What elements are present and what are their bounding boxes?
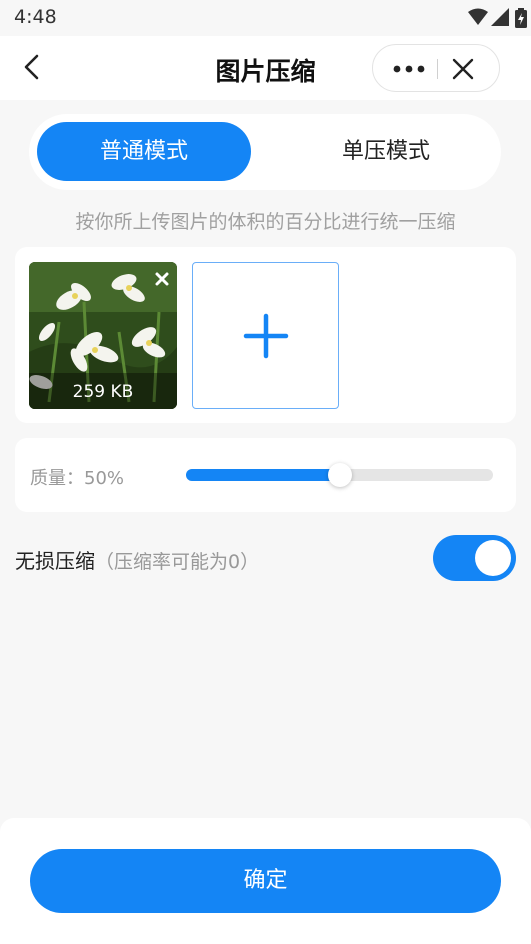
image-size-label: 259 KB (29, 373, 177, 409)
status-time: 4:48 (14, 6, 57, 28)
close-icon[interactable] (449, 55, 477, 83)
add-image-button[interactable] (192, 262, 339, 409)
quality-slider[interactable] (186, 463, 493, 487)
signal-icon (491, 8, 509, 26)
lossless-toggle[interactable] (433, 535, 516, 581)
lossless-note: （压缩率可能为0） (95, 551, 260, 573)
mini-program-capsule (372, 44, 500, 92)
lossless-row: 无损压缩（压缩率可能为0） (15, 535, 516, 585)
remove-icon[interactable] (153, 270, 171, 288)
confirm-button[interactable]: 确定 (30, 849, 501, 913)
wifi-icon (468, 8, 488, 25)
bottom-bar: 确定 (0, 818, 531, 944)
toggle-knob (475, 540, 511, 576)
plus-icon (243, 313, 289, 359)
compression-hint: 按你所上传图片的体积的百分比进行统一压缩 (75, 211, 456, 233)
capsule-divider (437, 59, 438, 79)
image-upload-card: 259 KB (15, 247, 516, 423)
status-bar: 4:48 (0, 0, 531, 36)
quality-card: 质量：50% (15, 438, 516, 512)
battery-icon (515, 8, 527, 28)
mode-switch: 普通模式 单压模式 (29, 114, 501, 190)
lossless-title: 无损压缩 (15, 549, 95, 573)
quality-label: 质量：50% (30, 468, 125, 489)
tab-normal-mode[interactable]: 普通模式 (37, 122, 251, 181)
more-icon[interactable] (387, 59, 431, 79)
image-thumbnail[interactable]: 259 KB (29, 262, 177, 409)
quality-slider-fill (186, 469, 340, 481)
tab-single-mode[interactable]: 单压模式 (279, 122, 493, 181)
nav-bar: 图片压缩 (0, 36, 531, 100)
quality-slider-handle[interactable] (327, 463, 352, 487)
